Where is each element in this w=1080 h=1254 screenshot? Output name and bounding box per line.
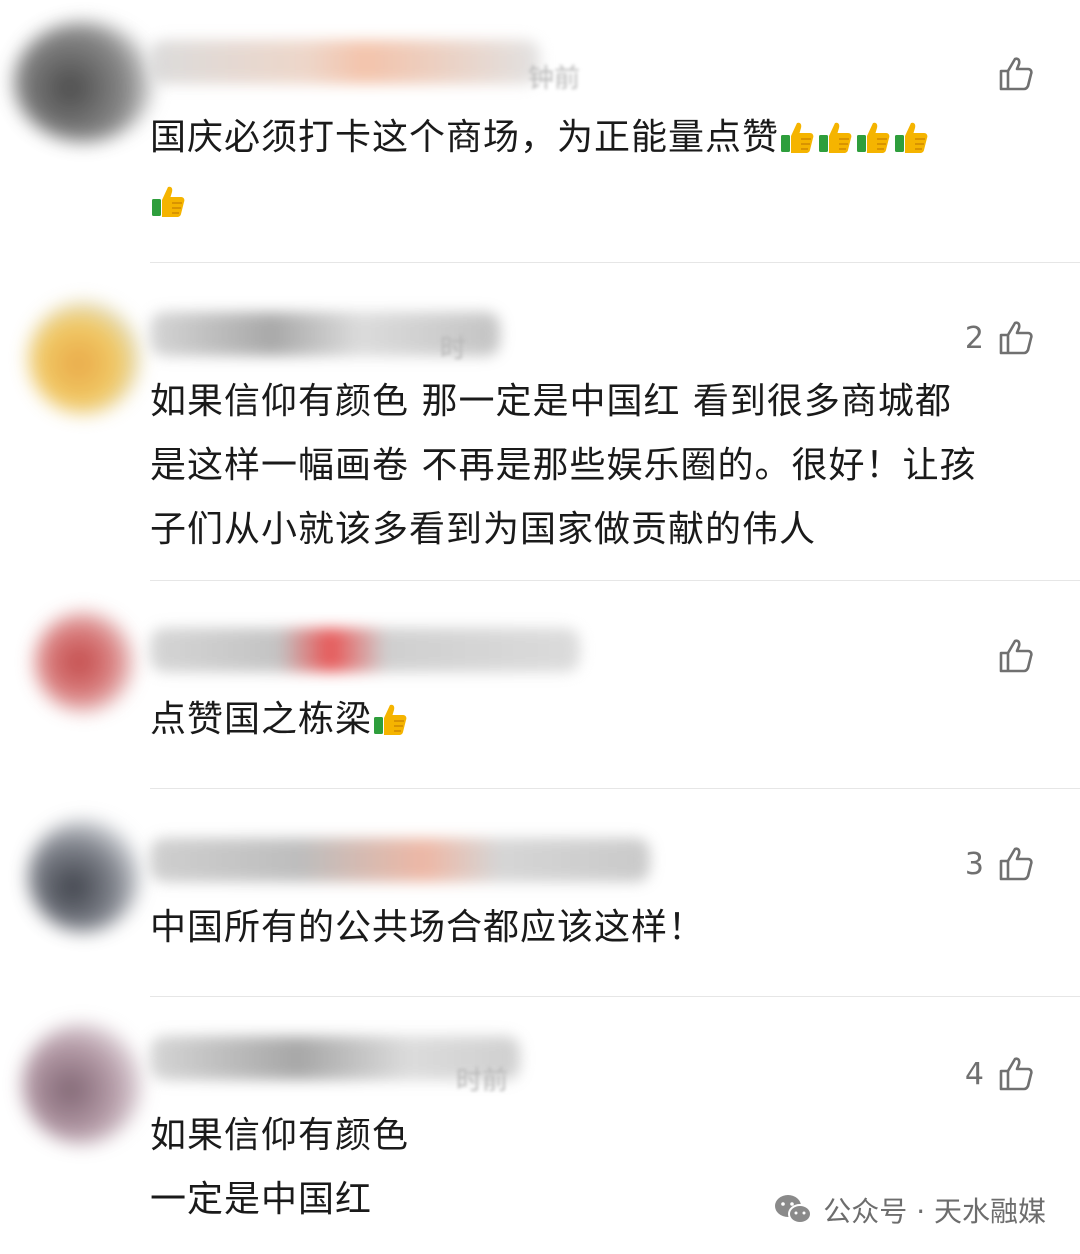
like-count: 4 xyxy=(964,1056,984,1092)
watermark-label: 公众号 · 天水融媒 xyxy=(823,1195,1046,1228)
divider xyxy=(150,262,1080,263)
username-blurred[interactable] xyxy=(150,628,580,672)
avatar[interactable] xyxy=(28,302,140,414)
comment-text-line: 点赞国之栋梁 xyxy=(150,699,373,740)
thumb-up-icon xyxy=(999,57,1033,91)
comment-text-line: 子们从小就该多看到为国家做贡献的伟人 xyxy=(150,509,817,550)
divider xyxy=(150,996,1080,997)
thumbs-up-emoji xyxy=(152,186,185,217)
divider xyxy=(150,788,1080,789)
comment-time: 时前 xyxy=(456,1066,509,1096)
like-button[interactable]: 2 xyxy=(965,318,1036,358)
comment-time: 钟前 xyxy=(528,64,581,94)
thumb-up-icon xyxy=(999,639,1033,673)
comment-body: 中国所有的公共场合都应该这样！ xyxy=(150,896,1040,960)
avatar[interactable] xyxy=(22,1024,142,1144)
comment-body: 如果信仰有颜色 那一定是中国红 看到很多商城都 是这样一幅画卷 不再是那些娱乐圈… xyxy=(150,370,1040,562)
comment-text-line: 国庆必须打卡这个商场，为正能量点赞 xyxy=(150,117,780,158)
avatar[interactable] xyxy=(14,22,154,142)
avatar[interactable] xyxy=(28,820,140,932)
avatar[interactable] xyxy=(34,612,134,712)
comment-time: 时 xyxy=(440,334,467,364)
comment-text-line: 是这样一幅画卷 不再是那些娱乐圈的。很好！让孩 xyxy=(150,445,977,486)
like-button[interactable] xyxy=(984,636,1036,676)
thumb-up-icon xyxy=(999,847,1033,881)
thumbs-up-emoji-group xyxy=(372,699,410,740)
comment-body: 点赞国之栋梁 xyxy=(150,688,1040,752)
thumbs-up-emoji xyxy=(781,122,814,153)
thumb-up-icon xyxy=(999,1057,1033,1091)
thumbs-up-emoji xyxy=(374,704,407,735)
like-count: 3 xyxy=(964,846,984,882)
username-blurred[interactable] xyxy=(150,40,540,84)
thumbs-up-emoji xyxy=(895,122,928,153)
like-count: 2 xyxy=(964,320,984,356)
comment-text-line: 中国所有的公共场合都应该这样！ xyxy=(150,907,706,948)
watermark: 公众号 · 天水融媒 xyxy=(773,1190,1046,1230)
thumb-up-icon xyxy=(999,321,1033,355)
thumbs-up-emoji-line xyxy=(150,170,1040,234)
like-button[interactable]: 4 xyxy=(965,1054,1036,1094)
thumbs-up-emoji-group xyxy=(779,117,931,158)
wechat-icon xyxy=(775,1195,813,1224)
divider xyxy=(150,580,1080,581)
comment-list: 钟前 国庆必须打卡这个商场，为正能量点赞 时 2 如果信仰有颜色 那一定是中国红… xyxy=(0,0,1080,1254)
like-button[interactable]: 3 xyxy=(965,844,1036,884)
comment-text-line: 如果信仰有颜色 xyxy=(150,1115,410,1156)
thumbs-up-emoji xyxy=(857,122,890,153)
comment-text-line: 如果信仰有颜色 那一定是中国红 看到很多商城都 xyxy=(150,381,952,422)
like-button[interactable] xyxy=(984,54,1036,94)
thumbs-up-emoji xyxy=(819,122,852,153)
username-blurred[interactable] xyxy=(150,838,650,882)
comment-body: 国庆必须打卡这个商场，为正能量点赞 xyxy=(150,106,1040,234)
